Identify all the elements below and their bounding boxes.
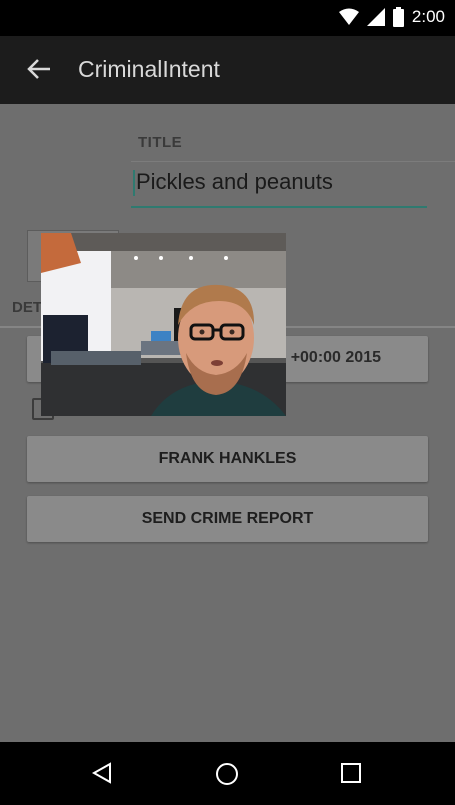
battery-icon	[392, 7, 404, 27]
app-title: CriminalIntent	[78, 56, 220, 82]
back-arrow-icon[interactable]	[26, 56, 52, 82]
title-input[interactable]: Pickles and peanuts	[131, 162, 427, 208]
status-time: 2:00	[411, 7, 445, 26]
text-cursor	[133, 170, 135, 197]
nav-back-icon[interactable]	[91, 762, 113, 784]
date-text: +00:00 2015	[290, 349, 381, 366]
navigation-bar	[0, 742, 455, 805]
title-label: TITLE	[138, 134, 183, 151]
status-bar: 2:00	[0, 0, 455, 36]
app-bar: CriminalIntent	[0, 36, 455, 104]
send-report-button[interactable]: SEND CRIME REPORT	[27, 496, 428, 542]
title-value: Pickles and peanuts	[136, 169, 333, 194]
photo-image	[41, 233, 286, 416]
crime-form: TITLE Pickles and peanuts DET +00:00 201…	[0, 104, 455, 742]
wifi-icon	[338, 8, 359, 25]
status-icons: 2:00	[338, 7, 445, 27]
details-label: DET	[12, 299, 42, 316]
nav-recent-icon[interactable]	[340, 762, 362, 784]
photo-preview-dialog[interactable]	[41, 233, 286, 416]
nav-home-icon[interactable]	[215, 762, 239, 786]
choose-suspect-button[interactable]: FRANK HANKLES	[27, 436, 428, 482]
signal-icon	[366, 8, 385, 26]
